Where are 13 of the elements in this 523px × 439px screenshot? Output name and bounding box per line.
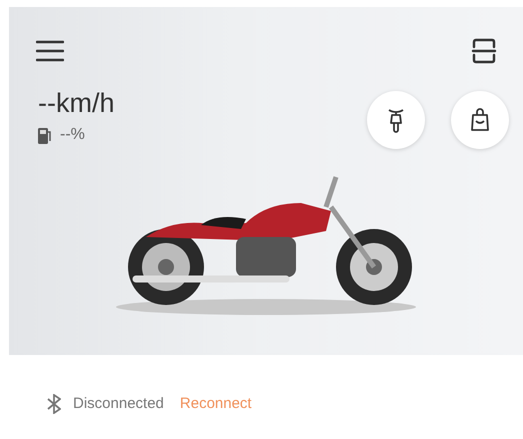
speed-reading: --km/h [38,87,114,119]
fuel-pump-icon [38,126,52,144]
scan-icon [470,37,498,65]
fuel-reading: --% [60,125,85,145]
bluetooth-icon [47,394,61,414]
shopping-bag-icon [470,108,490,132]
shopping-bag-button[interactable] [451,91,509,149]
scooter-button[interactable] [367,91,425,149]
scan-button[interactable] [470,37,498,65]
connection-status: Disconnected [73,394,164,414]
menu-icon [36,40,64,62]
reconnect-link[interactable]: Reconnect [180,393,252,416]
menu-button[interactable] [35,40,65,62]
